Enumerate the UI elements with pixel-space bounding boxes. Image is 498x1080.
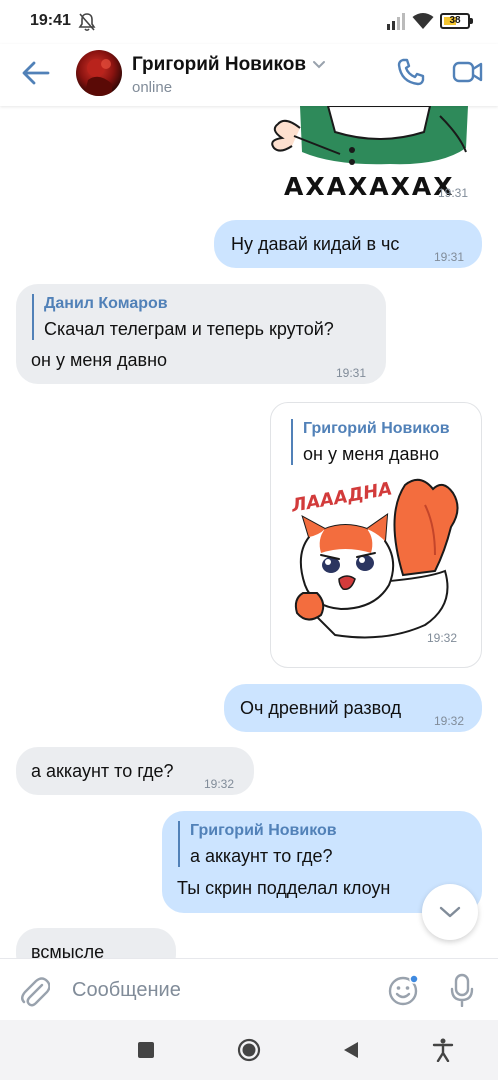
reply-quote[interactable]: Григорий Новиков он у меня давно (291, 419, 471, 465)
reply-quote[interactable]: Данил Комаров Скачал телеграм и теперь к… (32, 294, 372, 340)
sticker-message[interactable]: Григорий Новиков он у меня давно ЛАААДНА… (270, 402, 482, 668)
message-time: 19:31 (438, 186, 469, 200)
wifi-icon (412, 13, 434, 29)
message-bubble[interactable]: Оч древний развод 19:32 (224, 684, 482, 732)
message-time: 19:31 (336, 366, 367, 380)
chevron-down-icon[interactable] (312, 60, 326, 70)
message-time: 19:32 (434, 714, 465, 728)
battery-icon: 38 (440, 13, 474, 29)
message-text: Ты скрин подделал клоун (177, 878, 391, 898)
avatar[interactable] (76, 50, 122, 96)
message-bubble[interactable]: а аккаунт то где? 19:32 (16, 747, 254, 795)
message-time: 19:31 (434, 250, 465, 264)
chat-header: Григорий Новиков online (0, 44, 498, 106)
paperclip-icon[interactable] (20, 975, 50, 1007)
accessibility-icon[interactable] (432, 1038, 454, 1062)
message-text: Оч древний развод (240, 698, 402, 718)
reply-text: Скачал телеграм и теперь крутой? (44, 319, 334, 339)
bell-off-icon (78, 13, 96, 32)
message-text: Ну давай кидай в чс (231, 234, 400, 254)
sticker-message[interactable]: АХАХАХАХ 19:31 (240, 106, 480, 206)
chevron-down-icon (439, 906, 461, 918)
message-bubble[interactable]: Данил Комаров Скачал телеграм и теперь к… (16, 284, 386, 384)
signal-icon (387, 13, 405, 30)
status-time: 19:41 (30, 12, 71, 29)
battery-level: 38 (449, 15, 461, 26)
contact-name[interactable]: Григорий Новиков (132, 54, 306, 76)
recents-square-icon[interactable] (138, 1042, 154, 1058)
message-bubble[interactable]: всмысле (16, 928, 176, 958)
status-bar: 19:41 38 (0, 0, 498, 44)
sticker-caption: АХАХАХАХ (284, 172, 455, 201)
contact-status: online (132, 79, 173, 96)
message-input[interactable] (72, 975, 372, 1005)
message-text: всмысле (31, 942, 105, 958)
scroll-down-button[interactable] (422, 884, 478, 940)
message-composer (0, 958, 498, 1020)
emoji-smile-icon[interactable] (388, 974, 420, 1006)
reply-text: а аккаунт то где? (190, 846, 333, 866)
microphone-icon[interactable] (450, 973, 474, 1007)
video-camera-icon[interactable] (452, 59, 484, 85)
reply-quote[interactable]: Григорий Новиков а аккаунт то где? (178, 821, 468, 867)
message-time: 19:32 (427, 631, 458, 645)
home-circle-icon[interactable] (237, 1038, 261, 1062)
message-time: 19:32 (204, 777, 235, 791)
message-bubble[interactable]: Ну давай кидай в чс 19:31 (214, 220, 482, 268)
back-button[interactable] (20, 58, 52, 88)
back-triangle-icon[interactable] (342, 1040, 360, 1060)
reply-text: он у меня давно (303, 444, 440, 464)
message-feed[interactable]: АХАХАХАХ 19:31 Ну давай кидай в чс 19:31… (0, 106, 498, 958)
reply-author: Данил Комаров (44, 295, 168, 312)
phone-icon[interactable] (396, 57, 426, 87)
reply-author: Григорий Новиков (190, 822, 337, 839)
message-text: он у меня давно (31, 350, 168, 370)
message-text: а аккаунт то где? (31, 761, 174, 781)
system-nav-bar (0, 1020, 498, 1080)
reply-author: Григорий Новиков (303, 420, 450, 437)
